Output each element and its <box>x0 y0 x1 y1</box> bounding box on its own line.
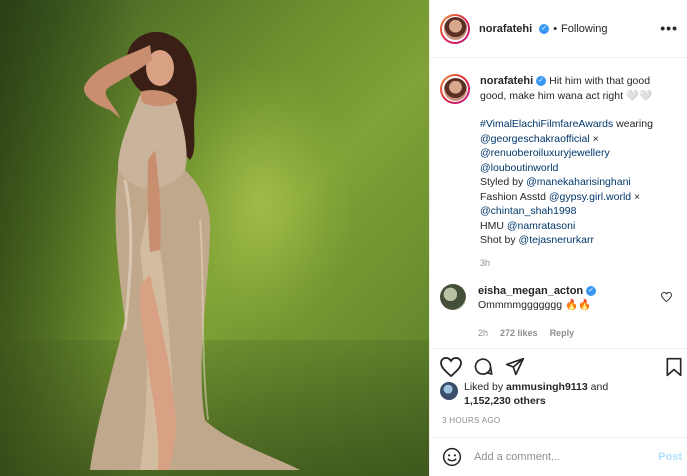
following-button[interactable]: Following <box>561 23 607 35</box>
post-photo[interactable] <box>0 0 429 476</box>
author-avatar[interactable] <box>440 13 470 44</box>
comment-like-heart-icon[interactable] <box>661 292 672 302</box>
comment-input[interactable]: Add a comment... <box>474 451 658 463</box>
comment-icon[interactable] <box>472 357 494 377</box>
times-text: × <box>631 190 641 203</box>
liker-username[interactable]: ammusingh9113 <box>506 381 588 393</box>
verified-icon: ✓ <box>586 286 597 297</box>
author-username[interactable]: norafatehi <box>479 23 532 35</box>
hmu-text: HMU <box>480 219 507 232</box>
more-options-icon[interactable]: ••• <box>660 20 678 36</box>
smile-icon[interactable] <box>442 447 462 467</box>
mention-link[interactable]: @chintan_shah1998 <box>480 205 576 217</box>
post-header: norafatehi ✓ • Following ••• <box>430 0 687 58</box>
woman-figure-illustration <box>84 31 300 470</box>
post-sidebar: norafatehi ✓ • Following ••• norafatehi ✓… <box>429 0 687 476</box>
commenter-username[interactable]: eisha_megan_acton <box>478 285 583 297</box>
caption: norafatehi ✓ Hit him with that good good,… <box>440 74 680 270</box>
post-date[interactable]: 3 HOURS AGO <box>442 416 500 425</box>
mention-link[interactable]: @georgeschakraofficial <box>480 133 590 145</box>
comments-area[interactable]: norafatehi ✓ Hit him with that good good,… <box>430 58 687 348</box>
verified-icon: ✓ <box>536 76 547 87</box>
action-bar <box>430 348 687 382</box>
mention-link[interactable]: @tejasnerurkarr <box>519 234 594 246</box>
comment-item: eisha_megan_acton ✓ Ommmmggggggg 🔥🔥 2h 27… <box>440 284 680 340</box>
post-comment-button[interactable]: Post <box>658 451 682 463</box>
mention-link[interactable]: @manekaharisinghani <box>526 176 631 188</box>
mention-link[interactable]: @renuoberoiluxuryjewellery <box>480 147 610 159</box>
separator-dot: • <box>553 22 558 35</box>
comment-time[interactable]: 2h <box>478 326 488 340</box>
caption-avatar[interactable] <box>440 74 470 104</box>
caption-username[interactable]: norafatehi <box>480 75 533 87</box>
mention-link[interactable]: @louboutinworld <box>480 162 558 174</box>
verified-icon: ✓ <box>539 23 550 34</box>
instagram-post: norafatehi ✓ • Following ••• norafatehi ✓… <box>0 0 687 476</box>
styled-by-text: Styled by <box>480 176 527 188</box>
times-text: × <box>589 132 599 145</box>
shot-by-text: Shot by <box>480 234 519 246</box>
liker-avatar[interactable] <box>440 382 458 400</box>
commenter-avatar[interactable] <box>440 284 466 310</box>
mention-link[interactable]: @namratasoni <box>507 220 575 232</box>
fashion-asstd-text: Fashion Asstd <box>480 190 549 203</box>
caption-time[interactable]: 3h <box>480 256 670 271</box>
mention-link[interactable]: @gypsy.girl.world <box>549 191 631 203</box>
bookmark-icon[interactable] <box>665 357 683 377</box>
heart-icon[interactable] <box>440 357 462 377</box>
comment-text: Ommmmggggggg 🔥🔥 <box>478 299 592 311</box>
add-comment-bar: Add a comment... Post <box>430 437 687 476</box>
share-icon[interactable] <box>504 357 526 377</box>
hashtag-link[interactable]: #VimalElachiFilmfareAwards <box>480 118 613 130</box>
liked-by-text: Liked by <box>464 381 507 393</box>
and-text: and <box>587 381 609 393</box>
likes-summary: Liked by ammusingh9113 and 1,152,230 oth… <box>440 380 680 408</box>
reply-button[interactable]: Reply <box>550 326 575 340</box>
likes-count[interactable]: 1,152,230 others <box>464 395 546 407</box>
wearing-text: wearing <box>613 118 653 130</box>
comment-likes[interactable]: 272 likes <box>500 326 538 340</box>
